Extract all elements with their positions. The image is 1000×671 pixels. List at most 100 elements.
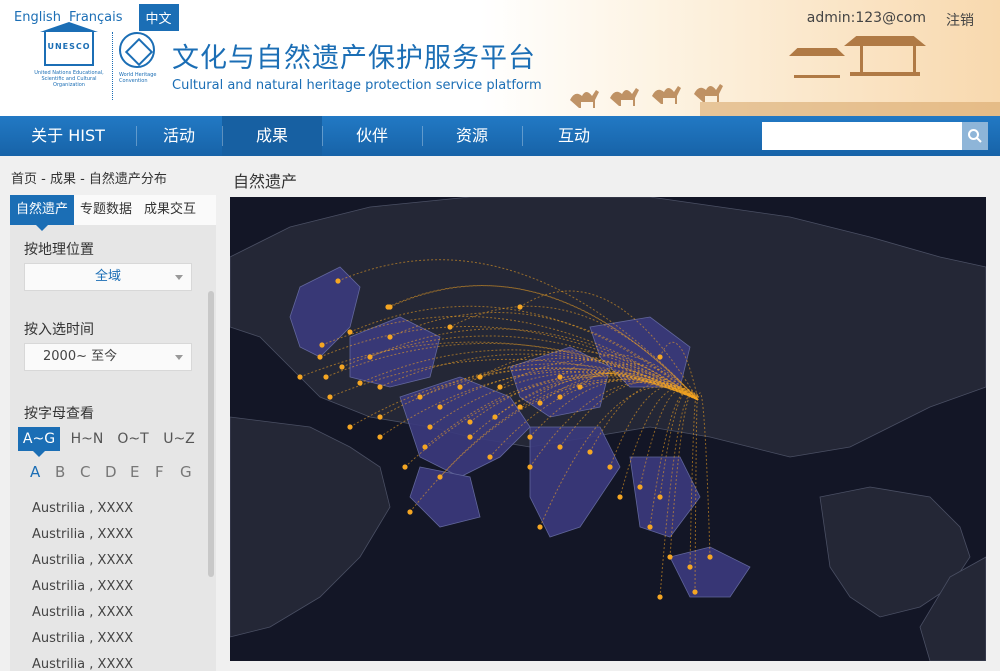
heritage-site-marker[interactable] [317, 354, 323, 360]
heritage-site-marker[interactable] [687, 564, 693, 570]
list-item[interactable]: Austrilia , XXXX [32, 578, 133, 604]
tab-result-interaction[interactable]: 成果交互 [138, 195, 202, 225]
nav-interaction[interactable]: 互动 [522, 116, 626, 156]
heritage-site-marker[interactable] [692, 589, 698, 595]
time-filter-select[interactable]: 2000~ 至今 [24, 343, 192, 371]
heritage-site-marker[interactable] [577, 384, 583, 390]
letter-a[interactable]: A [30, 463, 55, 481]
heritage-site-marker[interactable] [335, 278, 341, 284]
heritage-site-marker[interactable] [637, 484, 643, 490]
heritage-site-marker[interactable] [707, 554, 713, 560]
alpha-group-u-z[interactable]: U~Z [156, 427, 202, 451]
tab-natural-heritage[interactable]: 自然遗产 [10, 195, 75, 231]
letter-d[interactable]: D [105, 463, 130, 481]
logout-link[interactable]: 注销 [946, 10, 974, 30]
heritage-site-marker[interactable] [357, 380, 363, 386]
heritage-site-marker[interactable] [327, 394, 333, 400]
heritage-site-marker[interactable] [467, 434, 473, 440]
heritage-site-marker[interactable] [537, 400, 543, 406]
heritage-site-marker[interactable] [323, 374, 329, 380]
heritage-site-marker[interactable] [422, 444, 428, 450]
heritage-site-marker[interactable] [517, 304, 523, 310]
heritage-site-marker[interactable] [387, 304, 393, 310]
map-landmass [230, 197, 986, 661]
nav-about[interactable]: 关于 HIST [0, 116, 136, 156]
lang-french-link[interactable]: Français [69, 10, 123, 25]
heritage-site-marker[interactable] [339, 364, 345, 370]
heritage-site-marker[interactable] [377, 384, 383, 390]
lang-english-link[interactable]: English [14, 10, 61, 25]
nav-resources[interactable]: 资源 [422, 116, 522, 156]
list-item[interactable]: Austrilia , XXXX [32, 604, 133, 630]
heritage-site-marker[interactable] [492, 414, 498, 420]
nav-results[interactable]: 成果 [222, 116, 322, 156]
search-button[interactable] [962, 122, 988, 150]
list-item[interactable]: Austrilia , XXXX [32, 630, 133, 656]
heritage-site-marker[interactable] [437, 404, 443, 410]
heritage-site-marker[interactable] [657, 494, 663, 500]
heritage-site-marker[interactable] [437, 474, 443, 480]
list-item[interactable]: Austrilia , XXXX [32, 656, 133, 671]
list-item[interactable]: Austrilia , XXXX [32, 552, 133, 578]
lang-chinese-link[interactable]: 中文 [138, 4, 179, 31]
letter-g[interactable]: G [180, 463, 205, 481]
heritage-site-marker[interactable] [617, 494, 623, 500]
heritage-site-marker[interactable] [407, 509, 413, 515]
alpha-filter-label: 按字母查看 [24, 406, 94, 422]
heritage-site-marker[interactable] [667, 554, 673, 560]
heritage-site-marker[interactable] [527, 464, 533, 470]
geo-filter-label: 按地理位置 [24, 242, 94, 258]
nav-activities[interactable]: 活动 [136, 116, 222, 156]
unesco-logo: UNESCO United Nations Educational, Scien… [32, 32, 106, 88]
letter-e[interactable]: E [130, 463, 155, 481]
alpha-group-a-g[interactable]: A~G [18, 427, 60, 457]
alpha-group-h-n[interactable]: H~N [64, 427, 110, 451]
letter-c[interactable]: C [80, 463, 105, 481]
heritage-site-marker[interactable] [417, 394, 423, 400]
list-item[interactable]: Austrilia , XXXX [32, 500, 133, 526]
time-filter-label: 按入选时间 [24, 322, 94, 338]
heritage-site-marker[interactable] [457, 384, 463, 390]
heritage-site-marker[interactable] [377, 434, 383, 440]
heritage-site-marker[interactable] [319, 342, 325, 348]
heritage-site-marker[interactable] [402, 464, 408, 470]
nav-partners[interactable]: 伙伴 [322, 116, 422, 156]
letter-b[interactable]: B [55, 463, 80, 481]
heritage-site-marker[interactable] [387, 334, 393, 340]
heritage-site-marker[interactable] [367, 354, 373, 360]
heritage-site-marker[interactable] [487, 454, 493, 460]
heritage-site-marker[interactable] [497, 384, 503, 390]
heritage-site-marker[interactable] [467, 419, 473, 425]
heritage-site-marker[interactable] [347, 329, 353, 335]
heritage-site-marker[interactable] [657, 594, 663, 600]
heritage-site-marker[interactable] [477, 374, 483, 380]
sidebar: 自然遗产 专题数据 成果交互 按地理位置 全域 按入选时间 2000~ 至今 按… [10, 195, 216, 671]
alpha-group-o-t[interactable]: O~T [110, 427, 156, 451]
heritage-site-marker[interactable] [607, 464, 613, 470]
heritage-site-marker[interactable] [557, 394, 563, 400]
sidebar-scrollbar[interactable] [208, 291, 214, 577]
geo-filter-select[interactable]: 全域 [24, 263, 192, 291]
heritage-site-marker[interactable] [297, 374, 303, 380]
heritage-site-marker[interactable] [647, 524, 653, 530]
heritage-flow-map[interactable] [230, 197, 986, 661]
heritage-map[interactable] [230, 197, 986, 661]
heritage-site-marker[interactable] [537, 524, 543, 530]
heritage-site-marker[interactable] [447, 324, 453, 330]
heritage-site-marker[interactable] [557, 374, 563, 380]
tab-thematic-data[interactable]: 专题数据 [74, 195, 138, 225]
heritage-site-marker[interactable] [347, 424, 353, 430]
heritage-site-marker[interactable] [557, 444, 563, 450]
heritage-site-marker[interactable] [427, 424, 433, 430]
heritage-site-marker[interactable] [657, 354, 663, 360]
user-email[interactable]: admin:123@com [807, 10, 926, 30]
search-input[interactable] [762, 122, 962, 150]
heritage-site-marker[interactable] [377, 414, 383, 420]
heritage-site-marker[interactable] [527, 434, 533, 440]
heritage-site-marker[interactable] [587, 449, 593, 455]
letter-f[interactable]: F [155, 463, 180, 481]
site-header: English Français 中文 admin:123@com 注销 UNE… [0, 0, 1000, 116]
list-item[interactable]: Austrilia , XXXX [32, 526, 133, 552]
heritage-site-marker[interactable] [517, 404, 523, 410]
result-list: Austrilia , XXXX Austrilia , XXXX Austri… [32, 500, 133, 671]
